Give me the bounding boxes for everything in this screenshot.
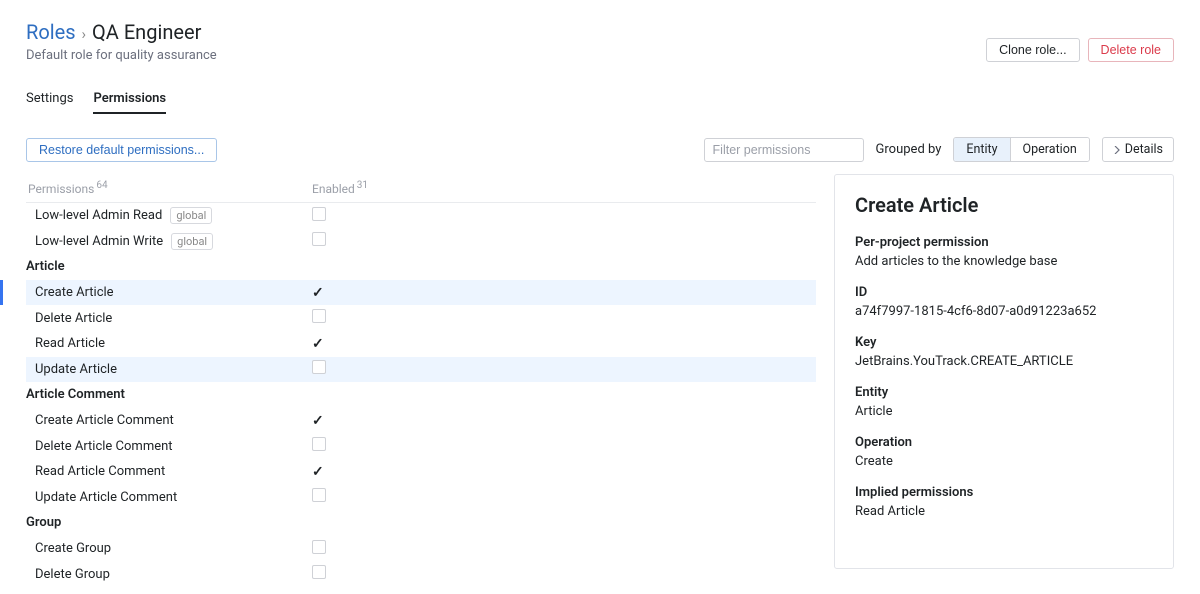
breadcrumb: Roles › QA Engineer	[26, 20, 217, 44]
permissions-count: 64	[96, 180, 107, 191]
permission-group: Article	[26, 254, 816, 280]
page-subtitle: Default role for quality assurance	[26, 48, 217, 63]
tab-settings[interactable]: Settings	[26, 91, 73, 114]
permission-label: Delete Article Comment	[35, 439, 173, 454]
details-key-value: JetBrains.YouTrack.CREATE_ARTICLE	[855, 354, 1153, 369]
permission-label: Low-level Admin Write	[35, 234, 163, 249]
permission-row[interactable]: Delete Article	[26, 305, 816, 331]
tab-permissions[interactable]: Permissions	[93, 91, 166, 114]
checkmark-icon[interactable]: ✓	[312, 464, 324, 480]
groupby-entity[interactable]: Entity	[954, 138, 1009, 161]
permission-row[interactable]: Update Article Comment	[26, 485, 816, 511]
permission-row[interactable]: Create Article ✓	[26, 280, 816, 306]
details-id-label: ID	[855, 285, 1153, 300]
permission-group: Article Comment	[26, 382, 816, 408]
permission-checkbox[interactable]	[312, 488, 326, 502]
permission-label: Create Group	[35, 541, 111, 556]
details-operation-value: Create	[855, 454, 1153, 469]
filter-permissions-input[interactable]	[704, 138, 864, 162]
details-description: Add articles to the knowledge base	[855, 254, 1153, 269]
permission-label: Delete Article	[35, 311, 112, 326]
details-title: Create Article	[855, 193, 1153, 217]
details-panel: Create Article Per-project permission Ad…	[834, 174, 1174, 569]
chevron-right-icon: ›	[82, 25, 87, 43]
permission-label: Create Article Comment	[35, 413, 174, 428]
permission-label: Low-level Admin Read	[35, 208, 162, 223]
permission-label: Update Article Comment	[35, 490, 177, 505]
permission-checkbox[interactable]	[312, 360, 326, 374]
delete-role-button[interactable]: Delete role	[1088, 38, 1174, 62]
permission-row[interactable]: Low-level Admin Write global	[26, 229, 816, 255]
enabled-count: 31	[357, 180, 368, 191]
permission-row[interactable]: Delete Article Comment	[26, 433, 816, 459]
tabs: Settings Permissions	[26, 91, 1174, 115]
permission-checkbox[interactable]	[312, 565, 326, 579]
groupby-operation[interactable]: Operation	[1010, 138, 1089, 161]
details-scope-label: Per-project permission	[855, 235, 1153, 250]
column-header-enabled: Enabled	[312, 182, 355, 196]
details-entity-value: Article	[855, 404, 1153, 419]
scope-badge: global	[170, 207, 212, 224]
checkmark-icon[interactable]: ✓	[312, 336, 324, 352]
group-label: Group	[26, 515, 61, 530]
details-operation-label: Operation	[855, 435, 1153, 450]
checkmark-icon[interactable]: ✓	[312, 285, 324, 301]
restore-defaults-button[interactable]: Restore default permissions...	[26, 138, 217, 162]
scope-badge: global	[171, 233, 213, 250]
groupby-segmented: Entity Operation	[953, 137, 1089, 162]
permission-checkbox[interactable]	[312, 232, 326, 246]
permission-row[interactable]: Low-level Admin Read global	[26, 203, 816, 229]
permission-label: Read Article	[35, 336, 105, 351]
permission-label: Update Article	[35, 362, 117, 377]
permission-checkbox[interactable]	[312, 309, 326, 323]
chevron-right-icon	[1113, 146, 1121, 154]
permission-label: Delete Group	[35, 567, 110, 582]
permission-row[interactable]: Create Article Comment ✓	[26, 408, 816, 434]
permission-group: Group	[26, 510, 816, 536]
permission-row[interactable]: Read Article Comment ✓	[26, 459, 816, 485]
permission-label: Create Article	[35, 285, 114, 300]
clone-role-button[interactable]: Clone role...	[986, 38, 1079, 62]
group-label: Article	[26, 259, 65, 274]
details-entity-label: Entity	[855, 385, 1153, 400]
details-key-label: Key	[855, 335, 1153, 350]
details-id-value: a74f7997-1815-4cf6-8d07-a0d91223a652	[855, 304, 1153, 319]
groupby-label: Grouped by	[876, 142, 942, 157]
details-toggle-button[interactable]: Details	[1102, 137, 1174, 162]
breadcrumb-root-link[interactable]: Roles	[26, 20, 76, 44]
page-title: QA Engineer	[92, 20, 201, 44]
permission-label: Read Article Comment	[35, 464, 165, 479]
column-header-permissions: Permissions	[28, 182, 94, 196]
details-implied-label: Implied permissions	[855, 485, 1153, 500]
permission-row[interactable]: Create Group	[26, 536, 816, 562]
details-implied-value: Read Article	[855, 504, 1153, 519]
group-label: Article Comment	[26, 387, 125, 402]
permissions-table-body: Low-level Admin ReadglobalLow-level Admi…	[26, 203, 816, 587]
permission-row[interactable]: Read Article ✓	[26, 331, 816, 357]
permission-checkbox[interactable]	[312, 207, 326, 221]
checkmark-icon[interactable]: ✓	[312, 413, 324, 429]
permission-row[interactable]: Update Article	[26, 357, 816, 383]
permission-row[interactable]: Delete Group	[26, 561, 816, 587]
details-toggle-label: Details	[1125, 142, 1163, 157]
permission-checkbox[interactable]	[312, 540, 326, 554]
permission-checkbox[interactable]	[312, 437, 326, 451]
